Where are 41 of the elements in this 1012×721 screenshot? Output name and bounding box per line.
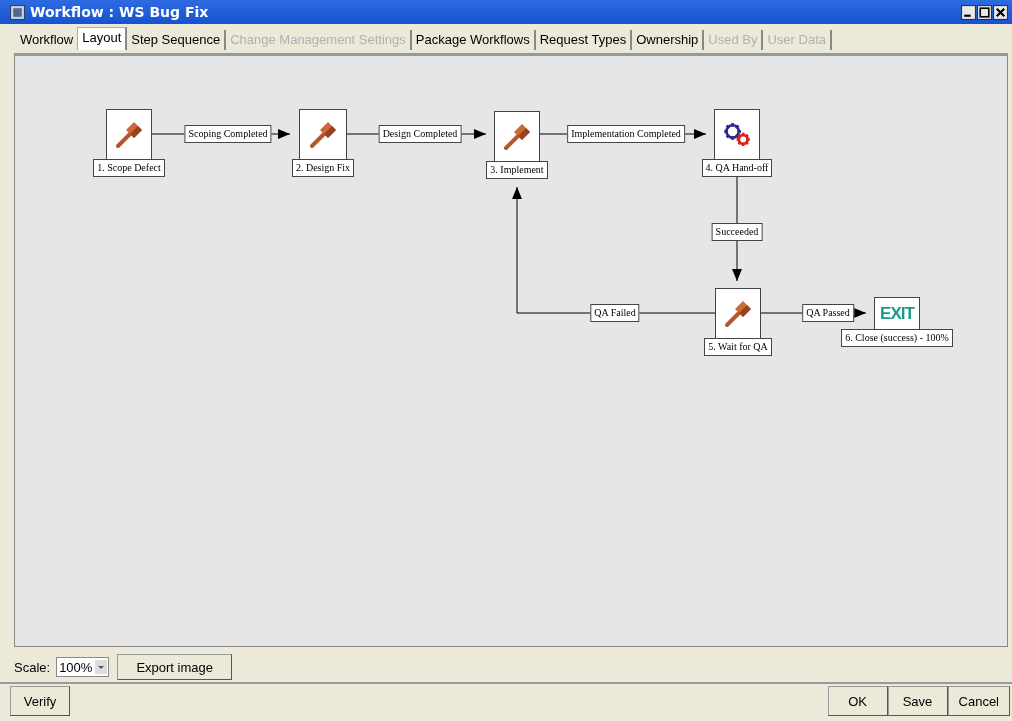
tab[interactable]: Ownership — [632, 30, 705, 50]
transition-label[interactable]: Succeeded — [711, 223, 763, 241]
dialog-button[interactable]: Save — [887, 686, 948, 716]
tab[interactable]: Layout — [77, 27, 128, 50]
hammer-icon — [723, 298, 753, 329]
step-label: 5. Wait for QA — [704, 338, 772, 356]
tab[interactable]: Request Types — [535, 30, 633, 50]
window-title: Workflow : WS Bug Fix — [30, 4, 210, 20]
hammer-icon — [308, 119, 338, 150]
step-frame[interactable] — [494, 111, 540, 161]
tab[interactable]: Workflow — [16, 30, 78, 50]
step-label: 3. Implement — [486, 161, 548, 179]
dialog-button[interactable]: Cancel — [947, 686, 1010, 716]
minimize-icon[interactable] — [961, 4, 976, 20]
caret-icon — [95, 660, 108, 674]
transition-label[interactable]: Implementation Completed — [567, 125, 685, 143]
step-frame[interactable] — [299, 109, 347, 159]
app-icon — [10, 4, 25, 20]
hammer-icon — [114, 119, 144, 150]
step-frame[interactable] — [714, 109, 760, 159]
transition-label[interactable]: QA Passed — [802, 304, 854, 322]
exit-sign: EXIT — [880, 303, 914, 324]
dialog-button[interactable]: OK — [827, 686, 888, 716]
hammer-icon — [502, 121, 532, 152]
step-label: 1. Scope Defect — [93, 159, 165, 177]
tab[interactable]: Step Sequence — [127, 30, 227, 50]
maximize-icon[interactable] — [977, 4, 992, 20]
scale-label: Scale: — [14, 659, 51, 675]
dialog-button[interactable]: Verify — [10, 686, 70, 716]
step-frame[interactable] — [106, 109, 152, 159]
close-icon[interactable] — [993, 4, 1008, 20]
step-label: 4. QA Hand-off — [701, 159, 773, 177]
step-frame[interactable] — [715, 288, 761, 338]
export-image-button[interactable]: Export image — [117, 654, 232, 680]
transition-label[interactable]: Design Completed — [378, 125, 462, 143]
step-label: 6. Close (success) - 100% — [841, 329, 953, 347]
scale-dropdown[interactable]: 100% — [56, 657, 110, 677]
tab[interactable]: Package Workflows — [411, 30, 536, 50]
step-label: 2. Design Fix — [291, 159, 355, 177]
transition-label[interactable]: QA Failed — [590, 304, 640, 322]
transition-label[interactable]: Scoping Completed — [184, 125, 272, 143]
